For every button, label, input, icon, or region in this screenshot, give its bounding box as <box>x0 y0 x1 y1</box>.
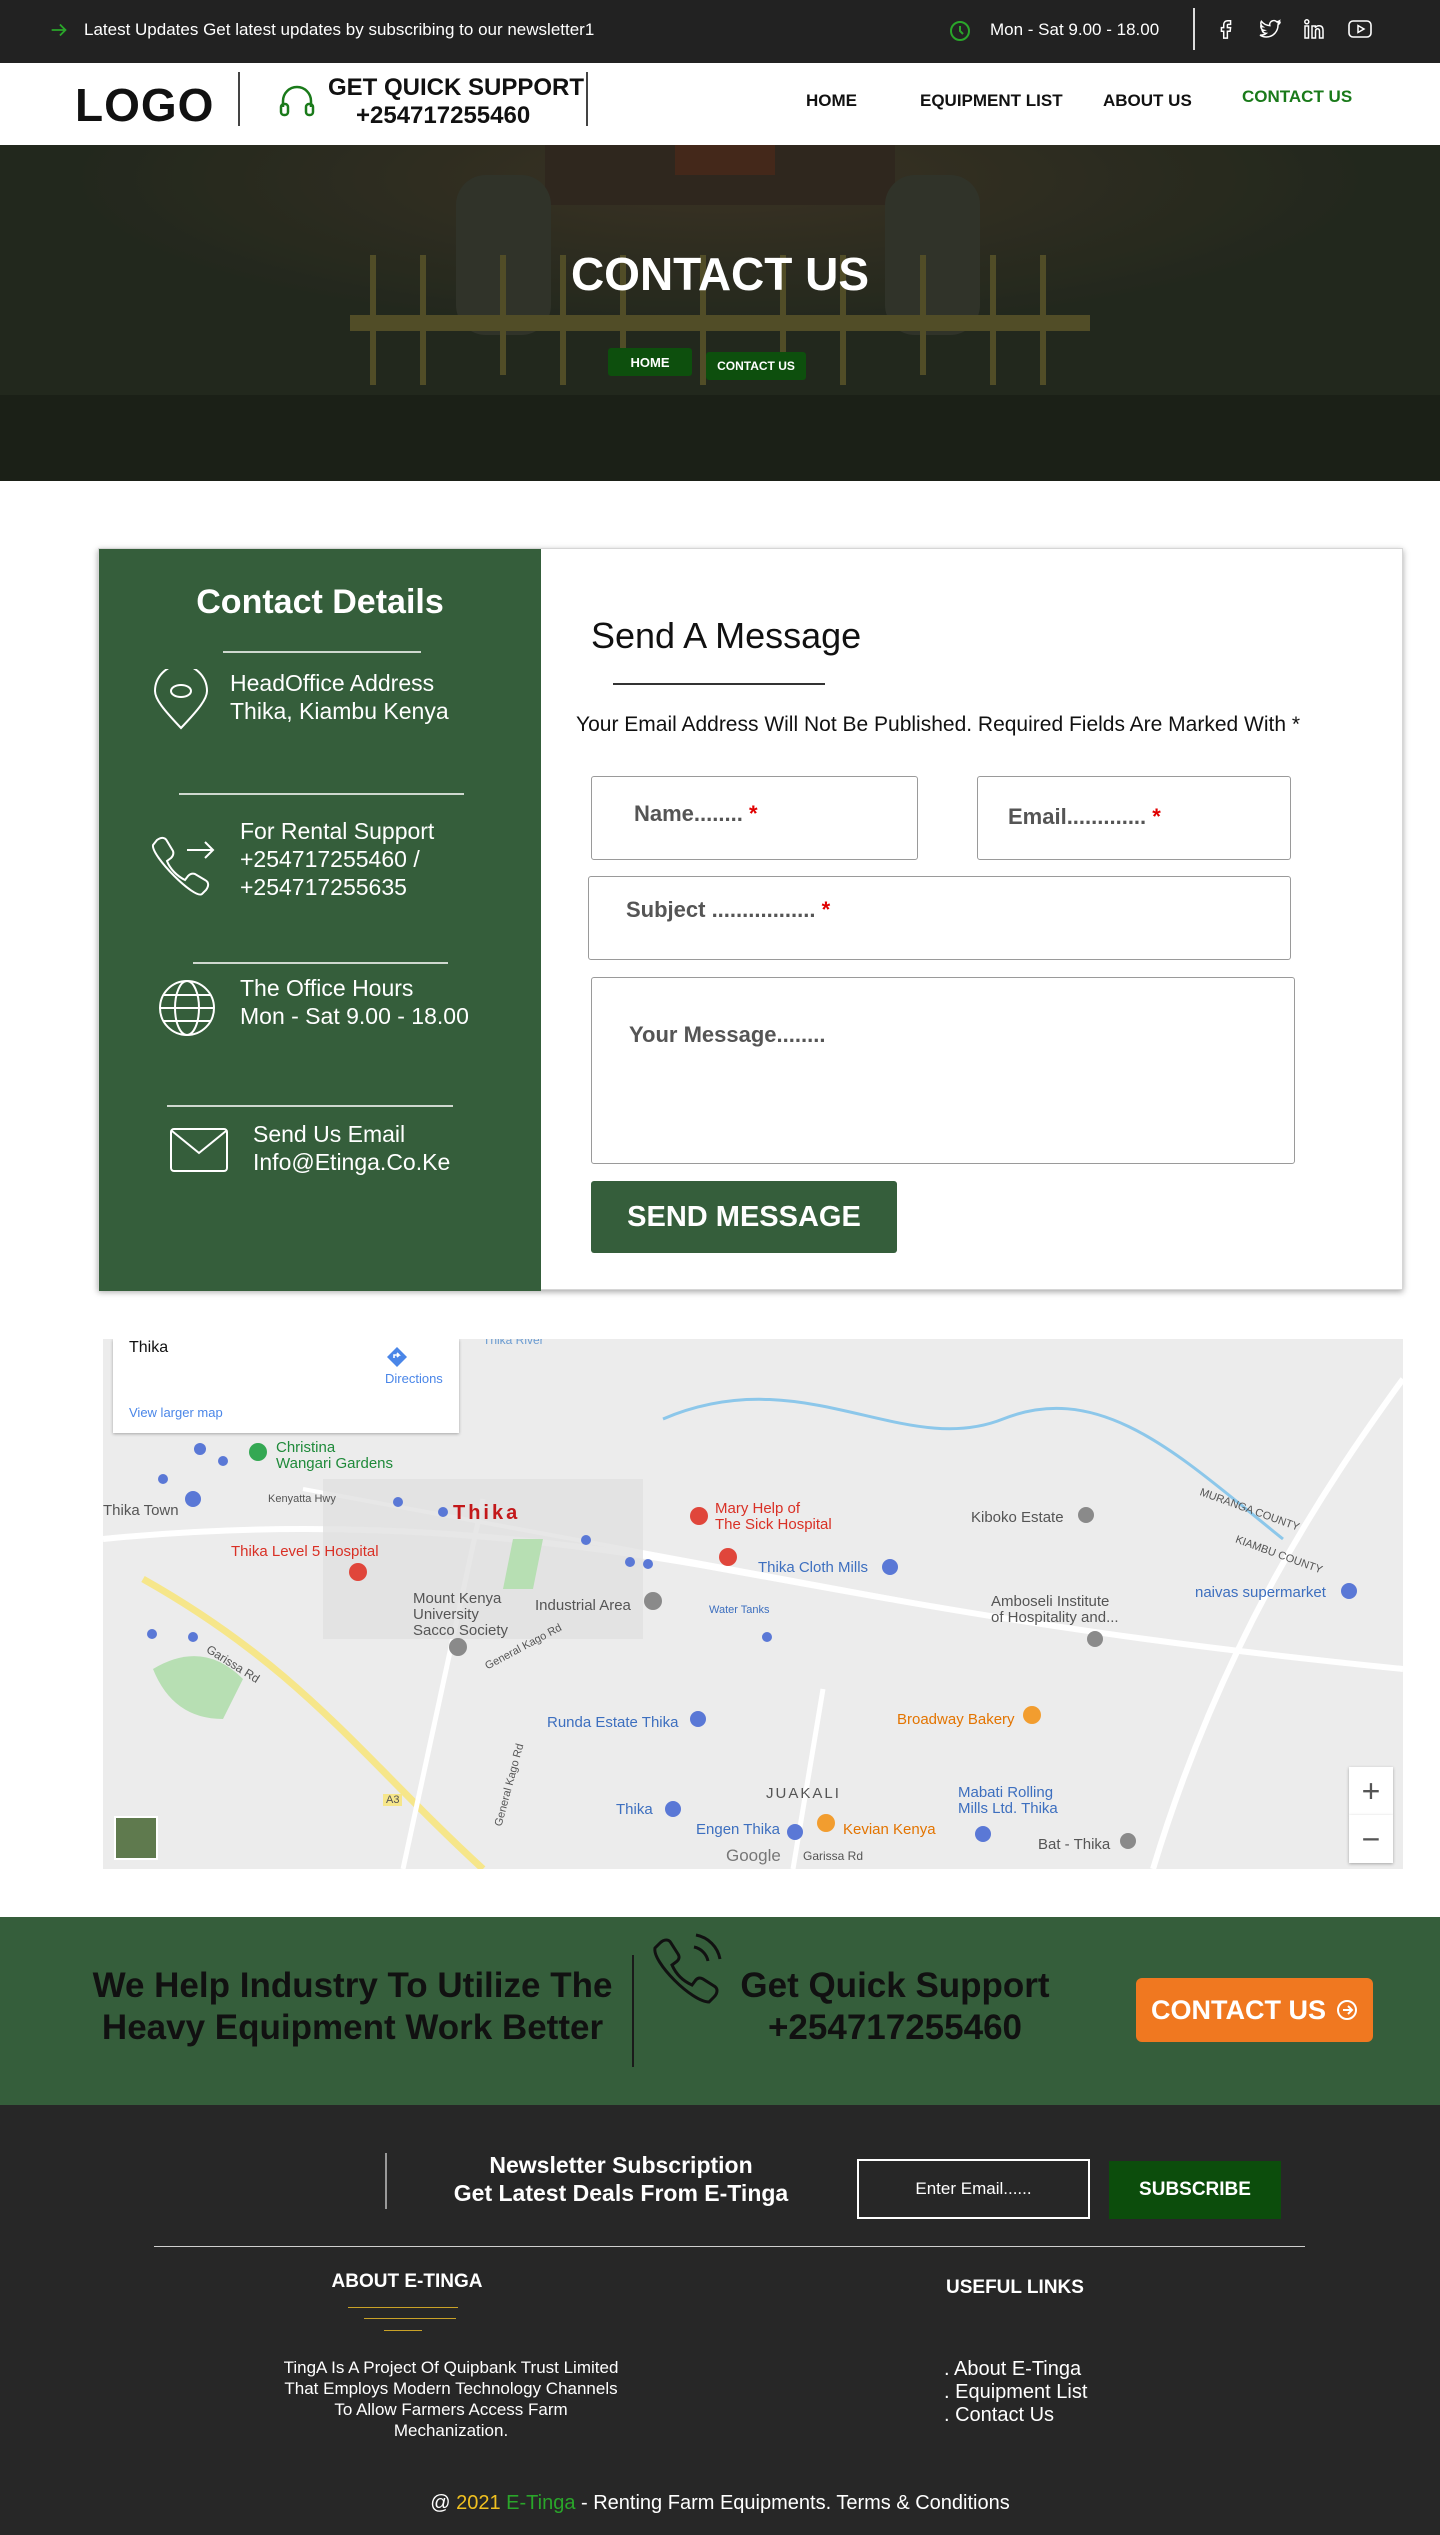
name-placeholder: Name........ <box>634 801 743 826</box>
office-hours-value: Mon - Sat 9.00 - 18.00 <box>240 1003 469 1029</box>
rental-phone-2[interactable]: +254717255635 <box>240 873 407 901</box>
email-field[interactable]: Email............. * <box>977 776 1291 860</box>
newsletter-title-line2: Get Latest Deals From E-Tinga <box>453 2180 789 2206</box>
divider <box>193 962 448 964</box>
divider <box>179 793 464 795</box>
mail-icon <box>170 1128 228 1172</box>
copyright-brand[interactable]: E-Tinga <box>501 2492 575 2514</box>
copyright-year: 2021 <box>456 2492 501 2514</box>
breadcrumb-home[interactable]: HOME <box>608 348 692 376</box>
newsletter-email-input[interactable]: Enter Email...... <box>857 2159 1090 2219</box>
zoom-out-button[interactable]: − <box>1349 1815 1393 1863</box>
contact-details-title: Contact Details <box>196 583 444 621</box>
footer-link-equipment[interactable]: . Equipment List <box>944 2381 1087 2404</box>
arrow-right-icon <box>51 23 67 37</box>
headset-icon <box>279 85 315 117</box>
message-textarea[interactable]: Your Message........ <box>591 977 1295 1164</box>
zoom-in-button[interactable]: + <box>1349 1767 1393 1815</box>
logo[interactable]: LOGO <box>75 78 214 132</box>
newsletter-title: Newsletter Subscription Get Latest Deals… <box>420 2151 822 2207</box>
breadcrumb-current: CONTACT US <box>706 352 806 380</box>
map-embed[interactable]: Thika Directions View larger map Christi… <box>103 1339 1403 1869</box>
cta-support: Get Quick Support +254717255460 <box>700 1965 1090 2049</box>
address-label: HeadOffice Address <box>230 670 435 696</box>
nav-equipment-list[interactable]: EQUIPMENT LIST <box>920 91 1063 111</box>
email-placeholder: Email............. <box>1008 804 1147 829</box>
linkedin-icon[interactable] <box>1300 15 1328 43</box>
contact-us-button[interactable]: CONTACT US <box>1136 1978 1373 2042</box>
divider <box>384 2330 422 2331</box>
contact-us-button-label: CONTACT US <box>1151 1994 1326 2025</box>
globe-icon <box>159 980 215 1036</box>
youtube-icon[interactable] <box>1346 15 1374 43</box>
subject-field[interactable]: Subject ................. * <box>588 876 1291 960</box>
footer: Newsletter Subscription Get Latest Deals… <box>0 2105 1440 2535</box>
map-markers <box>147 1443 1357 1849</box>
quick-support-phone[interactable]: +254717255460 <box>356 102 530 130</box>
nav-home[interactable]: HOME <box>806 91 857 111</box>
required-mark: * <box>748 801 758 826</box>
cta-support-title: Get Quick Support <box>740 1966 1050 2005</box>
nav-about-us[interactable]: ABOUT US <box>1103 91 1192 111</box>
divider <box>154 2246 1305 2247</box>
footer-link-contact[interactable]: . Contact Us <box>944 2404 1054 2427</box>
office-hours-label: The Office Hours <box>240 975 414 1001</box>
contact-details-panel: Contact Details HeadOffice Address Thika… <box>99 549 541 1291</box>
footer-link-about[interactable]: . About E-Tinga <box>944 2358 1081 2381</box>
contact-card: Contact Details HeadOffice Address Thika… <box>98 548 1403 1291</box>
clock-icon <box>950 21 970 41</box>
required-fields-notice: Your Email Address Will Not Be Published… <box>576 713 1301 736</box>
latest-updates-text: Latest Updates Get latest updates by sub… <box>84 20 595 39</box>
email-value[interactable]: Info@Etinga.Co.Ke <box>253 1148 450 1176</box>
quick-support-title: GET QUICK SUPPORT <box>328 74 585 101</box>
newsletter-title-line1: Newsletter Subscription <box>489 2152 753 2178</box>
subscribe-button[interactable]: SUBSCRIBE <box>1109 2161 1281 2219</box>
divider <box>364 2318 456 2319</box>
divider <box>632 1955 634 2067</box>
divider <box>1193 8 1195 50</box>
twitter-icon[interactable] <box>1256 15 1284 43</box>
arrow-circle-icon <box>1337 2000 1357 2020</box>
rental-support-label: For Rental Support <box>240 818 435 844</box>
header: LOGO GET QUICK SUPPORT +254717255460 HOM… <box>0 63 1440 145</box>
required-mark: * <box>821 897 831 922</box>
cta-band: We Help Industry To Utilize The Heavy Eq… <box>0 1917 1440 2105</box>
cta-support-phone[interactable]: +254717255460 <box>700 2007 1090 2049</box>
send-message-button[interactable]: SEND MESSAGE <box>591 1181 897 1253</box>
location-pin-icon <box>153 669 209 730</box>
copyright-suffix[interactable]: - Renting Farm Equipments. Terms & Condi… <box>575 2492 1010 2514</box>
send-message-title: Send A Message <box>591 615 862 656</box>
divider <box>385 2153 387 2209</box>
nav-contact-us[interactable]: CONTACT US <box>1242 87 1352 107</box>
page-title: CONTACT US <box>570 248 870 300</box>
copyright: @ 2021 E-Tinga - Renting Farm Equipments… <box>0 2492 1440 2515</box>
tractor-background-image <box>0 145 1440 481</box>
address-value: Thika, Kiambu Kenya <box>230 698 449 724</box>
opening-hours: Mon - Sat 9.00 - 18.00 <box>990 20 1160 39</box>
top-bar: Latest Updates Get latest updates by sub… <box>0 0 1440 63</box>
email-label: Send Us Email <box>253 1121 406 1147</box>
about-text: TingA Is A Project Of Quipbank Trust Lim… <box>283 2358 619 2440</box>
divider <box>348 2307 458 2308</box>
name-field[interactable]: Name........ * <box>591 776 918 860</box>
useful-links-title: USEFUL LINKS <box>946 2277 1084 2298</box>
message-placeholder: Your Message........ <box>629 1022 826 1047</box>
hero-banner: CONTACT US HOME CONTACT US <box>0 145 1440 481</box>
subject-placeholder: Subject ................. <box>626 897 816 922</box>
facebook-icon[interactable] <box>1212 15 1240 43</box>
satellite-toggle[interactable] <box>114 1816 158 1860</box>
phone-forward-icon <box>152 836 215 896</box>
divider <box>586 72 588 126</box>
about-title: ABOUT E-TINGA <box>331 2271 483 2292</box>
copyright-prefix: @ <box>430 2492 457 2514</box>
cta-tagline: We Help Industry To Utilize The Heavy Eq… <box>92 1966 613 2047</box>
rental-phone-1[interactable]: +254717255460 / <box>240 845 420 873</box>
divider <box>167 1105 453 1107</box>
divider <box>223 651 421 653</box>
divider <box>613 683 825 685</box>
divider <box>238 72 240 126</box>
required-mark: * <box>1152 804 1161 829</box>
